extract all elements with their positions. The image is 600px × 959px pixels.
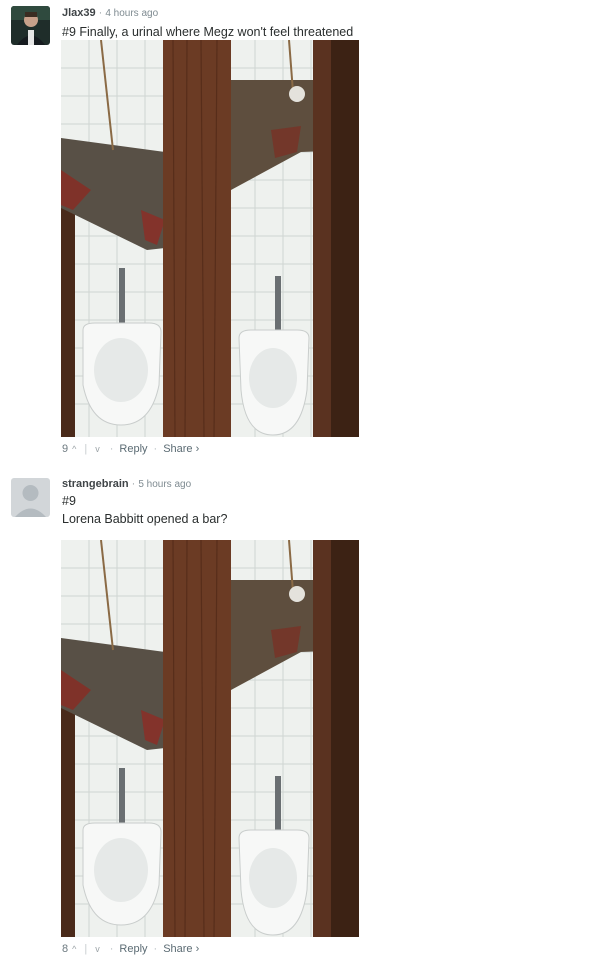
separator: · xyxy=(132,478,136,490)
divider: | xyxy=(84,943,87,955)
comment-footer: 8 ^ | v · Reply · Share › xyxy=(62,943,199,955)
avatar[interactable] xyxy=(11,478,50,517)
comment-line: #9 xyxy=(62,492,227,510)
vote-count: 8 xyxy=(62,943,68,955)
downvote-icon[interactable]: v xyxy=(95,944,100,954)
comment-meta: Jlax39·4 hours ago xyxy=(62,7,158,20)
avatar[interactable] xyxy=(11,6,50,45)
separator: · xyxy=(99,7,103,19)
separator: · xyxy=(154,443,158,455)
comment-meta: strangebrain·5 hours ago xyxy=(62,478,191,491)
share-button[interactable]: Share › xyxy=(163,943,199,955)
author-name[interactable]: strangebrain xyxy=(62,478,129,490)
separator: · xyxy=(154,943,158,955)
reply-button[interactable]: Reply xyxy=(119,443,147,455)
separator: · xyxy=(110,443,114,455)
upvote-icon[interactable]: ^ xyxy=(72,444,76,454)
divider: | xyxy=(84,443,87,455)
timestamp[interactable]: 4 hours ago xyxy=(105,8,158,19)
comment-text: #9 Lorena Babbitt opened a bar? xyxy=(62,492,227,528)
reply-button[interactable]: Reply xyxy=(119,943,147,955)
comment-text: #9 Finally, a urinal where Megz won't fe… xyxy=(62,23,353,41)
separator: · xyxy=(110,943,114,955)
author-name[interactable]: Jlax39 xyxy=(62,7,96,19)
downvote-icon[interactable]: v xyxy=(95,444,100,454)
timestamp[interactable]: 5 hours ago xyxy=(138,479,191,490)
comment-footer: 9 ^ | v · Reply · Share › xyxy=(62,443,199,455)
upvote-icon[interactable]: ^ xyxy=(72,944,76,954)
share-button[interactable]: Share › xyxy=(163,443,199,455)
comment-image[interactable] xyxy=(61,540,359,937)
comment-image[interactable] xyxy=(61,40,359,437)
comment-line: Lorena Babbitt opened a bar? xyxy=(62,510,227,528)
vote-count: 9 xyxy=(62,443,68,455)
